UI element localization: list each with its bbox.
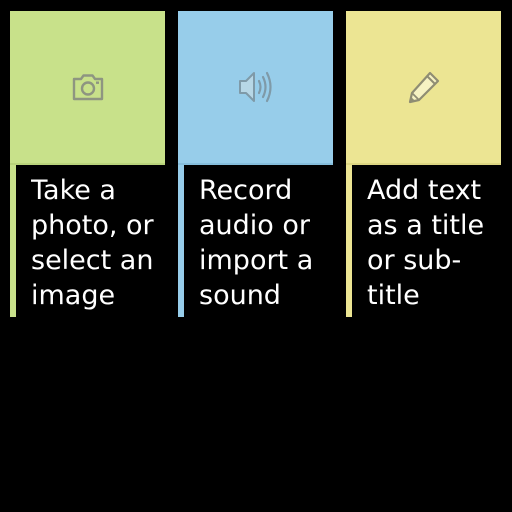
- add-text-label: Add text as a title or sub-title: [367, 175, 485, 311]
- add-text-tile[interactable]: [346, 11, 501, 165]
- record-audio-card[interactable]: Record audio or import a sound: [178, 11, 333, 317]
- record-audio-label: Record audio or import a sound: [199, 175, 314, 311]
- camera-icon: [71, 72, 105, 102]
- take-photo-label: Take a photo, or select an image: [31, 175, 154, 311]
- take-photo-card[interactable]: Take a photo, or select an image: [10, 11, 165, 317]
- add-text-stripe: [346, 165, 352, 317]
- record-audio-stripe: [178, 165, 184, 317]
- add-text-card[interactable]: Add text as a title or sub-title: [346, 11, 501, 317]
- record-audio-tile[interactable]: [178, 11, 333, 165]
- media-chooser-screen: Take a photo, or select an image Record …: [0, 0, 512, 512]
- take-photo-stripe: [10, 165, 16, 317]
- pencil-icon: [406, 69, 442, 105]
- take-photo-tile[interactable]: [10, 11, 165, 165]
- speaker-icon: [236, 68, 276, 106]
